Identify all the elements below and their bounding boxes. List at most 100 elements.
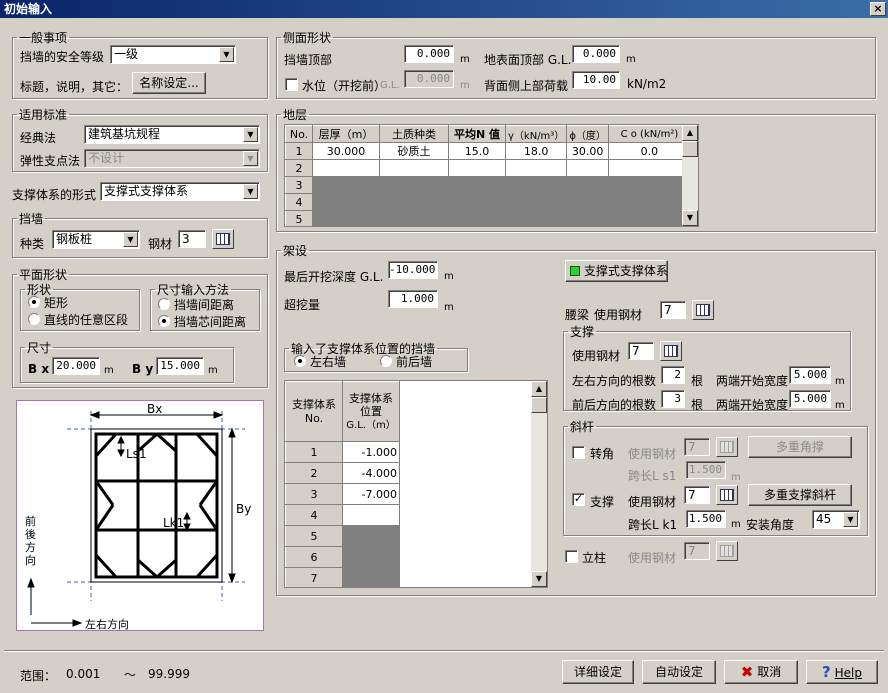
wall-kind-select[interactable]: 钢板桩 ▼: [52, 230, 140, 249]
multi-strut-brace-button[interactable]: 多重支撑斜杆: [748, 484, 852, 506]
column-checkbox[interactable]: [565, 550, 578, 563]
help-button[interactable]: ? Help: [806, 660, 878, 684]
strata-cell[interactable]: 0.0: [607, 142, 691, 160]
table-icon: [720, 489, 734, 501]
back-load-unit: kN/m2: [627, 77, 667, 91]
strata-cell[interactable]: [312, 159, 380, 177]
strata-table: No. 层厚（m） 土质种类 平均N 值 γ（kN/m³） ϕ（度） C o (…: [285, 125, 691, 226]
chevron-down-icon[interactable]: ▼: [243, 127, 258, 142]
strut-pos-cell[interactable]: [342, 504, 400, 526]
strata-cell: [312, 176, 380, 194]
strut-pos-cell[interactable]: -4.000: [342, 462, 400, 484]
strata-scrollbar[interactable]: ▲ ▼: [682, 125, 698, 226]
scroll-up-icon[interactable]: ▲: [531, 381, 547, 397]
table-row: 4: [285, 193, 691, 211]
strata-cell[interactable]: 砂质土: [379, 142, 449, 160]
span-ls-input: 1.500: [686, 461, 726, 479]
support-system-button[interactable]: 支撑式支撑体系: [565, 260, 668, 282]
waling-table-button[interactable]: [692, 300, 714, 320]
scroll-down-icon[interactable]: ▼: [682, 210, 698, 226]
strut-scrollbar[interactable]: ▲ ▼: [531, 381, 547, 587]
water-level-checkbox[interactable]: [285, 78, 298, 91]
strata-cell: [379, 193, 449, 211]
span-lk-input[interactable]: 1.500: [686, 510, 726, 528]
strut-position-table: 支撑体系 No. 支撑体系 位置 G.L.（m） 1 -1.000 2 -4.000 3…: [285, 381, 400, 587]
strata-cell[interactable]: [504, 159, 568, 177]
strut-pos-cell[interactable]: -1.000: [342, 441, 400, 463]
back-load-input[interactable]: 10.00: [572, 71, 620, 89]
strata-cell: [312, 193, 380, 211]
strata-cell: [448, 176, 506, 194]
strata-cell[interactable]: [448, 159, 506, 177]
strut-fb-input[interactable]: 3: [661, 390, 685, 408]
diagram-fb-2: 後: [25, 527, 36, 541]
diagram-lk1-label: Lk1: [163, 516, 184, 530]
ground-top-input[interactable]: 0.000: [572, 45, 620, 63]
bx-input[interactable]: 20.000: [52, 357, 100, 375]
strut-lr-width-unit: m: [835, 376, 845, 387]
shape-rect-radio[interactable]: [28, 296, 40, 308]
strut-row-no: 4: [285, 504, 343, 526]
strut-fb-label: 前后方向的根数: [572, 398, 657, 412]
strut-table-button[interactable]: [660, 341, 682, 361]
over-excavation-input[interactable]: 1.000: [388, 290, 438, 308]
table-row: 1 30.000 砂质土 15.0 18.0 30.00 0.0: [285, 142, 691, 160]
strata-cell[interactable]: 30.000: [312, 142, 380, 160]
help-label: Help: [834, 666, 862, 680]
waling-steel-input[interactable]: 7: [660, 301, 686, 319]
strut-fb-width-input[interactable]: 5.000: [789, 390, 831, 408]
chevron-down-icon[interactable]: ▼: [123, 232, 138, 247]
final-depth-input[interactable]: -10.000: [388, 261, 438, 279]
method-core-radio[interactable]: [158, 315, 170, 327]
shape-any-radio[interactable]: [28, 313, 40, 325]
angle-select[interactable]: 45 ▼: [812, 510, 860, 529]
wall-fb-radio[interactable]: [380, 355, 392, 367]
auto-setting-button[interactable]: 自动设定: [642, 660, 716, 684]
classic-method-select[interactable]: 建筑基坑规程 ▼: [84, 125, 260, 144]
scroll-thumb[interactable]: [682, 141, 698, 157]
corner-table-button: [716, 437, 738, 457]
safety-level-select[interactable]: 一级 ▼: [110, 45, 236, 64]
strut-pos-cell[interactable]: -7.000: [342, 483, 400, 505]
strata-cell[interactable]: [566, 159, 609, 177]
chevron-down-icon[interactable]: ▼: [843, 512, 858, 527]
size-legend: 尺寸: [27, 341, 52, 355]
strut-brace-steel-input[interactable]: 7: [684, 486, 710, 504]
scroll-down-icon[interactable]: ▼: [531, 571, 547, 587]
strut-lr-input[interactable]: 2: [661, 366, 685, 384]
strata-cell: [566, 176, 609, 194]
name-setting-button[interactable]: 名称设定...: [132, 72, 206, 94]
strata-cell: [566, 193, 609, 211]
help-question-icon: ?: [822, 663, 831, 681]
strut-pos-cell: [342, 546, 400, 568]
corner-checkbox[interactable]: [572, 446, 585, 459]
chevron-down-icon[interactable]: ▼: [243, 184, 258, 199]
strata-cell[interactable]: 18.0: [504, 142, 568, 160]
wall-steel-label: 钢材: [148, 237, 173, 251]
scroll-up-icon[interactable]: ▲: [682, 125, 698, 141]
support-type-select[interactable]: 支撑式支撑体系 ▼: [100, 182, 260, 201]
scroll-thumb[interactable]: [531, 397, 547, 413]
strut-brace-checkbox[interactable]: ✓: [572, 493, 585, 506]
cancel-button[interactable]: ✖ 取消: [724, 660, 798, 684]
strata-cell[interactable]: [607, 159, 691, 177]
detail-setting-button[interactable]: 详细设定: [562, 660, 634, 684]
strata-cell[interactable]: [379, 159, 449, 177]
wall-lr-radio[interactable]: [294, 355, 306, 367]
strut-steel-input[interactable]: 7: [628, 342, 654, 360]
strata-cell[interactable]: 30.00: [566, 142, 609, 160]
span-ls-label: 跨长L s1: [628, 469, 677, 483]
steel-table-button[interactable]: [212, 229, 234, 249]
strut-lr-width-input[interactable]: 5.000: [789, 366, 831, 384]
strata-cell[interactable]: 15.0: [448, 142, 506, 160]
wall-steel-input[interactable]: 3: [178, 230, 206, 248]
strut-brace-table-button[interactable]: [716, 485, 738, 505]
wall-top-input[interactable]: 0.000: [404, 45, 454, 63]
by-input[interactable]: 15.000: [156, 357, 204, 375]
method-between-radio[interactable]: [158, 298, 170, 310]
chevron-down-icon[interactable]: ▼: [219, 47, 234, 62]
close-icon[interactable]: ×: [870, 2, 886, 16]
strut-pos-header-c: G.L.（m）: [346, 419, 396, 431]
column-use-label: 使用钢材: [628, 551, 677, 565]
method-core-label: 挡墙芯间距离: [174, 315, 247, 329]
